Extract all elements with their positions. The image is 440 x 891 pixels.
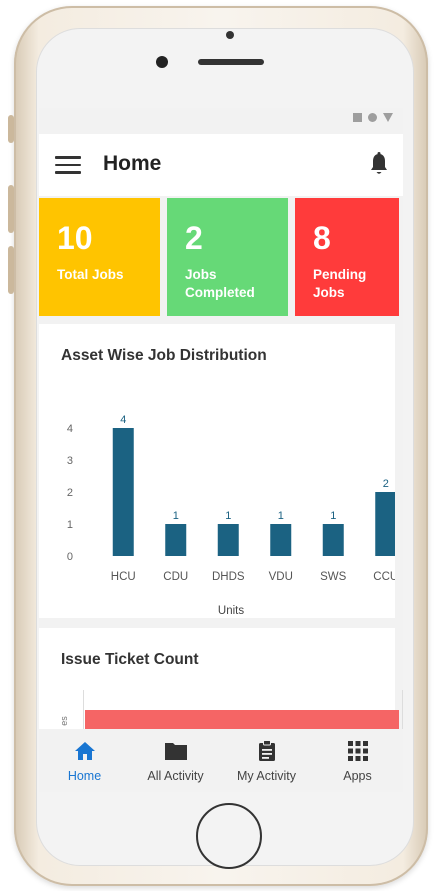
x-tick-label: HCU <box>111 571 136 583</box>
nav-all-activity[interactable]: All Activity <box>130 729 221 792</box>
status-bar <box>39 108 403 134</box>
stat-label: Total Jobs <box>57 267 124 282</box>
home-hardware-button[interactable] <box>196 803 262 869</box>
volume-down-button <box>8 246 14 294</box>
nav-home[interactable]: Home <box>39 729 130 792</box>
nav-apps[interactable]: Apps <box>312 729 403 792</box>
circle-icon <box>368 113 377 122</box>
stat-label: Jobs Completed <box>185 267 255 300</box>
chart-bar <box>217 524 239 556</box>
x-tick-label: CCU <box>373 571 395 583</box>
chart-bar <box>322 524 344 556</box>
nav-label: All Activity <box>147 769 204 783</box>
triangle-icon <box>383 113 393 122</box>
chart-title: Issue Ticket Count <box>61 651 199 668</box>
bar-data-label: 2 <box>383 478 389 490</box>
chart-bar <box>165 524 187 556</box>
asset-chart-card: Asset Wise Job Distribution 0 1 2 3 4 4 HCU 1 CD… <box>39 324 395 618</box>
chart-bar <box>375 492 395 556</box>
x-tick-label: CDU <box>163 571 188 583</box>
nav-my-activity[interactable]: My Activity <box>221 729 312 792</box>
chart-title: Asset Wise Job Distribution <box>61 347 267 364</box>
nav-label: Apps <box>343 769 372 783</box>
stat-card-pending-jobs[interactable]: 8 Pending Jobs <box>295 198 399 316</box>
x-tick-label: DHDS <box>212 571 245 583</box>
y-tick-label: 3 <box>67 455 73 467</box>
home-icon <box>74 742 95 760</box>
nav-label: Home <box>67 769 102 783</box>
bar-data-label: 4 <box>120 414 126 426</box>
bell-icon[interactable] <box>369 152 389 176</box>
menu-icon[interactable] <box>55 156 81 174</box>
stats-row: 10 Total Jobs 2 Jobs Completed 8 Pending J… <box>39 198 403 316</box>
bar-data-label: 1 <box>330 510 336 522</box>
earpiece-speaker <box>198 59 264 65</box>
app-screen: Home 10 Total Jobs 2 Jobs Completed 8 Pen… <box>39 108 403 792</box>
side-button <box>8 115 14 143</box>
front-camera <box>156 56 168 68</box>
asset-bar-chart: 0 1 2 3 4 4 HCU 1 CDU 1 DHDS 1 VDU 1 SWS 2 CCU Units <box>67 414 395 616</box>
nav-label: My Activity <box>236 769 297 783</box>
y-tick-label: 1 <box>67 519 73 531</box>
square-icon <box>353 113 362 122</box>
clipboard-icon <box>258 740 275 761</box>
y-tick-label: 0 <box>67 551 73 563</box>
x-tick-label: VDU <box>269 571 293 583</box>
bottom-navigation: Home All Activity My Activity Apps <box>39 729 403 792</box>
ticket-chart-card: Issue Ticket Count es <box>39 628 403 750</box>
apps-grid-icon <box>347 741 368 761</box>
bar-data-label: 1 <box>225 510 231 522</box>
page-title: Home <box>103 152 162 175</box>
volume-up-button <box>8 185 14 233</box>
bar-data-label: 1 <box>173 510 179 522</box>
stat-value: 10 <box>57 220 93 256</box>
sensor-dot <box>226 31 234 39</box>
chart-bar <box>270 524 292 556</box>
y-tick-label: 4 <box>67 423 73 435</box>
chart-bar <box>112 428 134 556</box>
stat-card-jobs-completed[interactable]: 2 Jobs Completed <box>167 198 288 316</box>
stat-value: 8 <box>313 220 331 256</box>
app-bar: Home <box>39 134 403 196</box>
folder-icon <box>164 743 187 760</box>
stat-card-total-jobs[interactable]: 10 Total Jobs <box>39 198 160 316</box>
x-axis-label: Units <box>218 605 244 616</box>
bar-data-label: 1 <box>278 510 284 522</box>
axis-label-fragment: es <box>58 716 69 726</box>
stat-value: 2 <box>185 220 203 256</box>
y-tick-label: 2 <box>67 487 73 499</box>
x-tick-label: SWS <box>320 571 347 583</box>
stat-label: Pending Jobs <box>313 267 367 300</box>
